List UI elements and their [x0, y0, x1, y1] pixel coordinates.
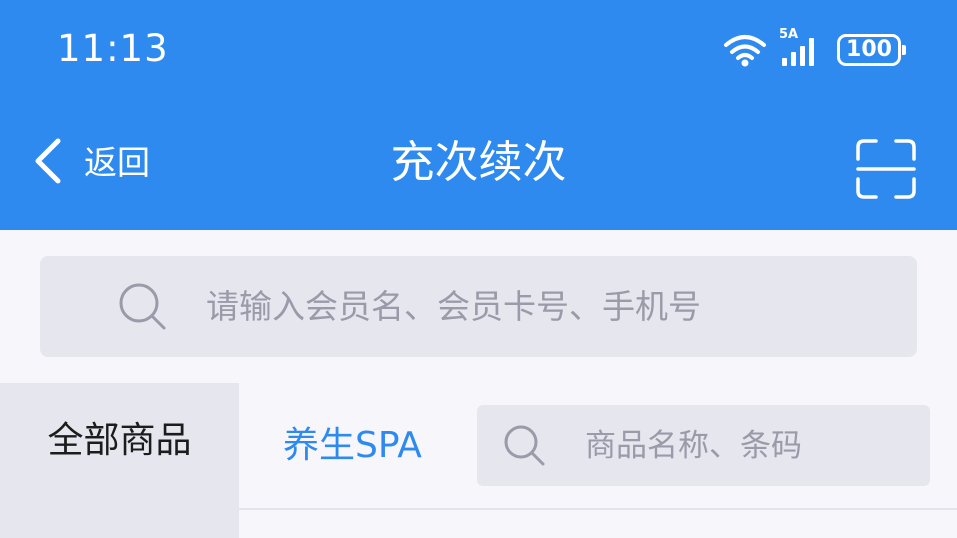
battery-level: 100 — [846, 37, 892, 62]
status-time: 11:13 — [57, 27, 169, 70]
tab-wellness-spa[interactable]: 养生SPA — [283, 424, 422, 468]
wifi-icon — [723, 33, 767, 67]
network-type-label: 5A — [779, 27, 799, 42]
scan-icon — [854, 139, 918, 205]
scan-button[interactable] — [854, 137, 918, 201]
divider — [239, 508, 957, 510]
page-title: 充次续次 — [390, 137, 567, 188]
search-icon — [503, 424, 547, 468]
category-sidebar: 全部商品 — [0, 383, 239, 538]
app-header: 11:13 5A 100 返回 充次续次 — [0, 0, 957, 230]
battery-icon: 100 — [837, 34, 906, 66]
status-icons: 5A 100 — [723, 28, 906, 70]
cellular-signal-icon: 5A — [779, 28, 825, 68]
product-search-bar[interactable] — [477, 405, 957, 486]
member-search-bar[interactable] — [40, 256, 917, 357]
product-search-input[interactable] — [585, 420, 957, 471]
member-search-input[interactable] — [206, 276, 917, 337]
category-item-all-products[interactable]: 全部商品 — [0, 419, 239, 463]
search-icon — [118, 282, 168, 332]
